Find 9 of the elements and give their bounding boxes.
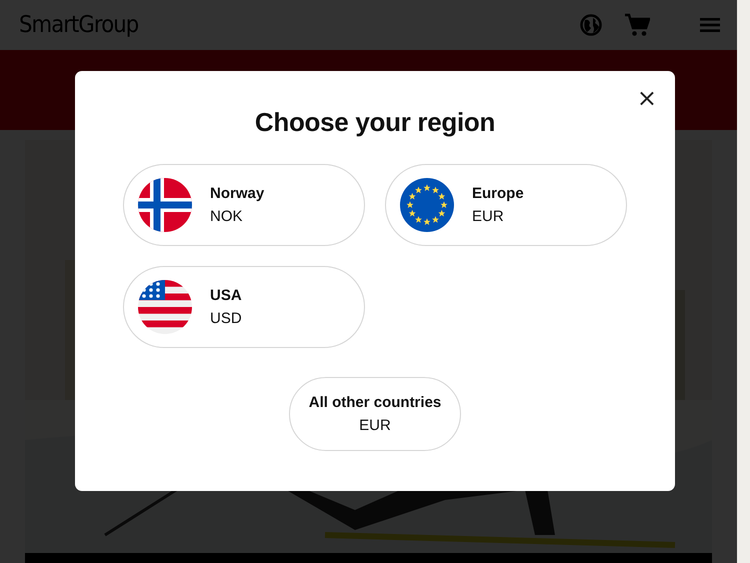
close-button[interactable]: × — [636, 86, 657, 110]
region-option[interactable]: Europe EUR — [385, 164, 627, 246]
dialog-title: Choose your region — [254, 107, 496, 138]
region-option[interactable]: USA USD — [123, 266, 365, 348]
region-option[interactable]: Norway NOK — [123, 164, 365, 246]
norway-flag-icon — [138, 178, 192, 232]
scrollbar[interactable] — [737, 0, 750, 563]
other-countries-option[interactable]: All other countries EUR — [289, 377, 461, 451]
eu-flag-icon — [400, 178, 454, 232]
